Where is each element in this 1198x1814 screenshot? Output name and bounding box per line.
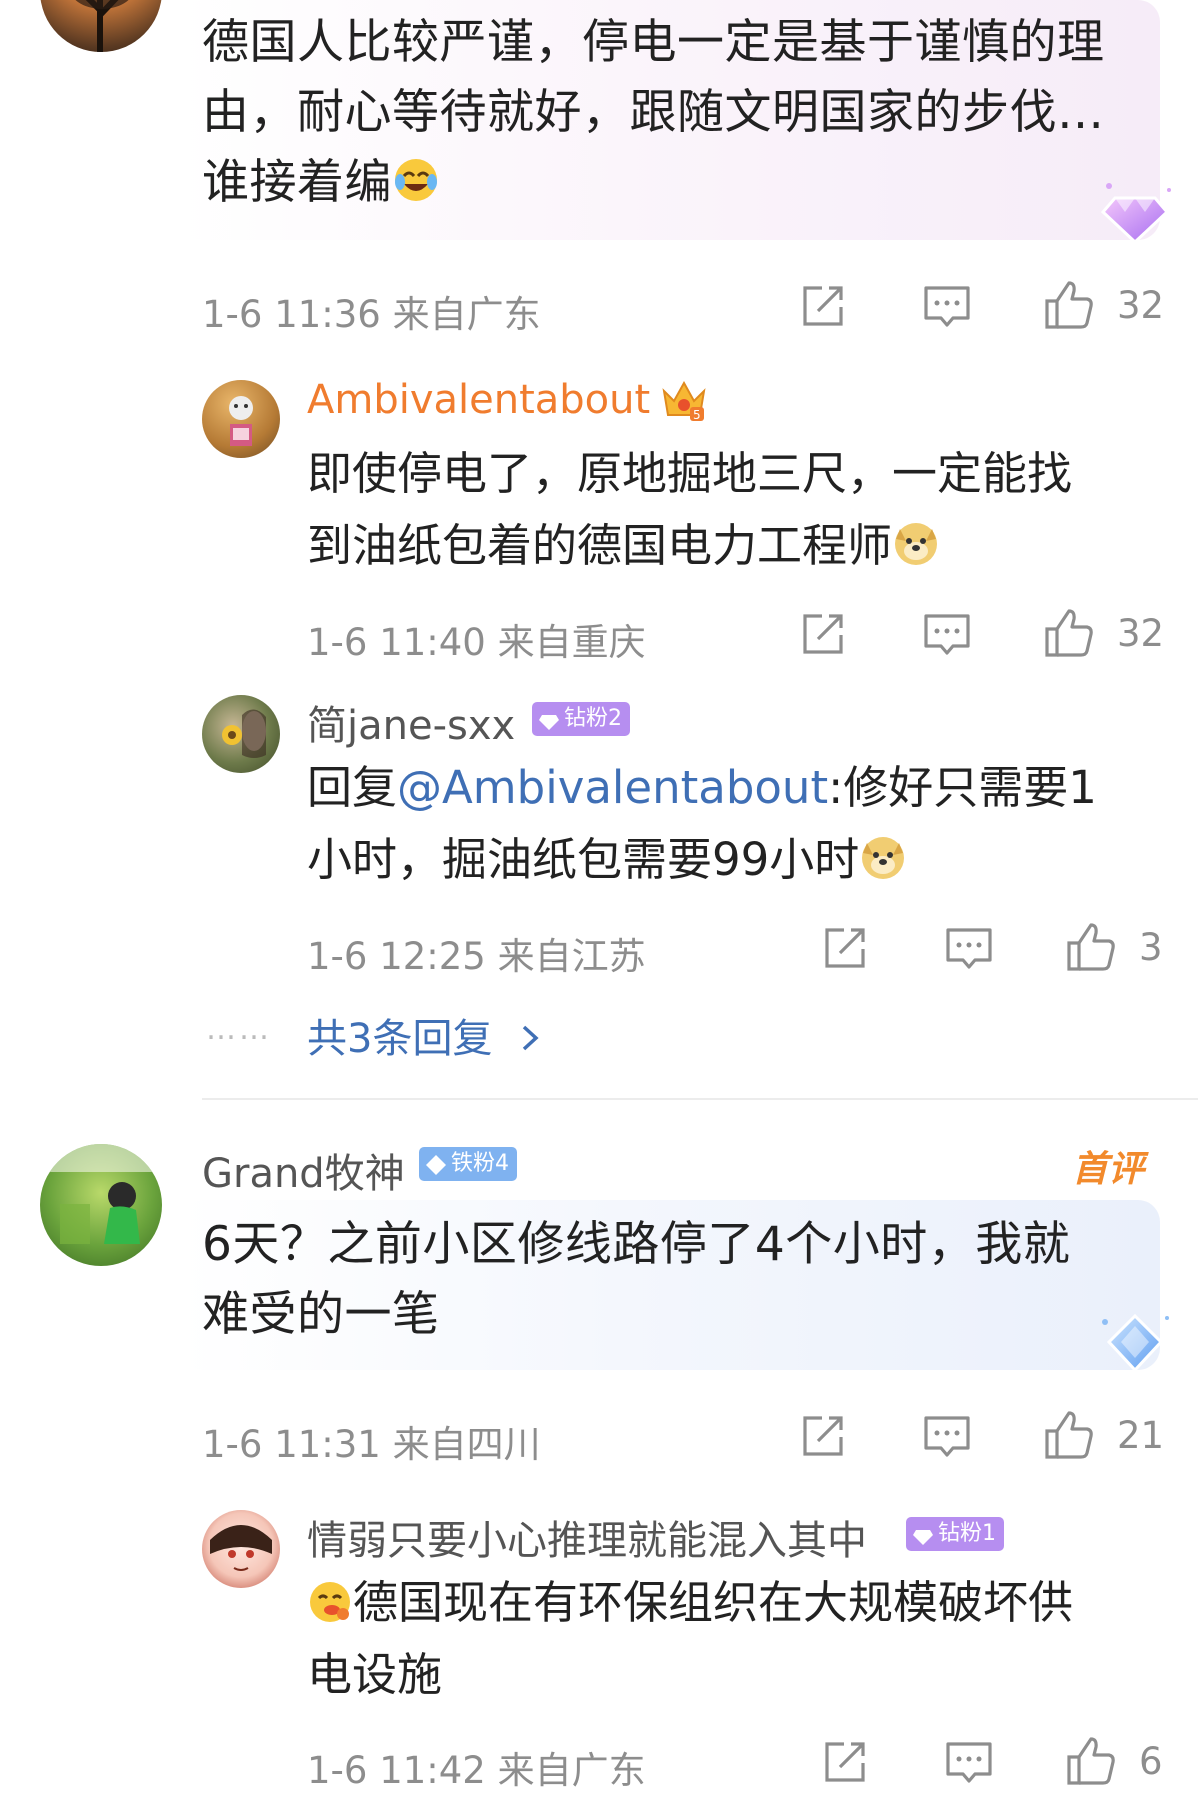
like-icon[interactable]: [1043, 279, 1095, 335]
diamond-icon: [912, 1523, 934, 1557]
comment-icon[interactable]: [945, 927, 993, 975]
reply-text-line: 电设施: [307, 1648, 443, 1701]
comment-time-location: 1-6 11:36 来自广东: [202, 293, 541, 336]
comment-icon[interactable]: [923, 613, 971, 661]
reply-time-location: 1-6 12:25 来自江苏: [307, 935, 646, 978]
comment-text: 谁接着编: [202, 155, 392, 210]
comment-text-line: 难受的一笔: [202, 1287, 440, 1342]
fan-badge-label: 钻粉1: [938, 1521, 996, 1546]
reply-username[interactable]: Ambivalentabout: [307, 377, 650, 423]
fan-badge-label: 钻粉2: [564, 706, 622, 731]
diamond-badge-decoration-icon: [1095, 180, 1175, 254]
crown-vip-icon: 5: [660, 377, 708, 427]
like-icon[interactable]: [1043, 607, 1095, 663]
comment-text-line: 由，耐心等待就好，跟随文明国家的步伐…: [202, 85, 1105, 140]
share-icon[interactable]: [800, 1413, 846, 1463]
like-count: 6: [1139, 1740, 1163, 1783]
comment-time-location: 1-6 11:31 来自四川: [202, 1423, 541, 1466]
reply-text-line: 德国现在有环保组织在大规模破坏供: [307, 1567, 1073, 1645]
avatar-tree-silhouette: [75, 0, 129, 52]
fan-badge: 钻粉1: [906, 1517, 1004, 1551]
comment-text-line: 6天？之前小区修线路停了4个小时，我就: [202, 1217, 1071, 1272]
reply-text: 小时，掘油纸包需要99小时: [307, 833, 860, 886]
doge-emoji-icon: [892, 516, 940, 588]
doge-emoji-icon: [859, 830, 907, 902]
like-count: 3: [1139, 926, 1163, 969]
comment-username[interactable]: Grand牧神: [202, 1141, 405, 1199]
like-count: 32: [1117, 612, 1165, 655]
fan-badge: 铁粉4: [419, 1147, 517, 1181]
reply-time-location: 1-6 11:40 来自重庆: [307, 621, 646, 664]
comment-icon[interactable]: [945, 1741, 993, 1789]
laugh-cry-emoji-icon: [392, 154, 440, 224]
diamond-icon: [425, 1153, 447, 1187]
reply-text: 到油纸包着的德国电力工程师: [307, 519, 893, 572]
reply-text-line: 小时，掘油纸包需要99小时: [307, 824, 907, 902]
comment-icon[interactable]: [923, 285, 971, 333]
reply-text-line: 即使停电了，原地掘地三尺，一定能找: [307, 447, 1073, 500]
more-replies-dots: ……: [206, 1012, 272, 1047]
like-icon[interactable]: [1043, 1409, 1095, 1465]
comment-text-line: 德国人比较严谨，停电一定是基于谨慎的理: [202, 15, 1105, 70]
reply-text-line: 回复@Ambivalentabout:修好只需要1: [307, 752, 1097, 824]
fan-badge-label: 铁粉4: [451, 1151, 509, 1176]
avatar[interactable]: [202, 695, 280, 773]
like-icon[interactable]: [1065, 1735, 1117, 1791]
like-count: 21: [1117, 1414, 1165, 1457]
like-count: 32: [1117, 284, 1165, 327]
avatar[interactable]: [40, 0, 162, 52]
diamond-icon: [538, 708, 560, 742]
share-icon[interactable]: [822, 1739, 868, 1789]
reply-text: 德国现在有环保组织在大规模破坏供: [353, 1576, 1074, 1629]
reply-username[interactable]: 简jane-sxx: [307, 693, 515, 751]
comment-text-line: 谁接着编: [202, 148, 440, 224]
reply-username[interactable]: 情弱只要小心推理就能混入其中: [307, 1508, 867, 1566]
reply-text-line: 到油纸包着的德国电力工程师: [307, 510, 940, 588]
reply-prefix: 回复: [307, 761, 398, 814]
comment-icon[interactable]: [923, 1415, 971, 1463]
like-icon[interactable]: [1065, 921, 1117, 977]
chevron-right-icon: [519, 1018, 541, 1064]
reply-text: :修好只需要1: [828, 761, 1097, 814]
mention-link[interactable]: @Ambivalentabout: [397, 761, 828, 814]
avatar[interactable]: [40, 1144, 162, 1266]
share-icon[interactable]: [822, 925, 868, 975]
share-icon[interactable]: [800, 283, 846, 333]
diamond-badge-decoration-icon: [1095, 1310, 1175, 1384]
more-replies-label: 共3条回复: [307, 1016, 493, 1062]
reply-time-location: 1-6 11:42 来自广东: [307, 1749, 646, 1792]
svg-text:5: 5: [693, 408, 701, 422]
avatar[interactable]: [202, 380, 280, 458]
more-replies-link[interactable]: 共3条回复: [307, 1006, 541, 1064]
yummy-emoji-icon: [307, 1573, 353, 1645]
fan-badge: 钻粉2: [532, 702, 630, 736]
avatar[interactable]: [202, 1510, 280, 1588]
first-comment-tag: 首评: [1072, 1149, 1145, 1190]
divider: [202, 1098, 1198, 1100]
share-icon[interactable]: [800, 611, 846, 661]
